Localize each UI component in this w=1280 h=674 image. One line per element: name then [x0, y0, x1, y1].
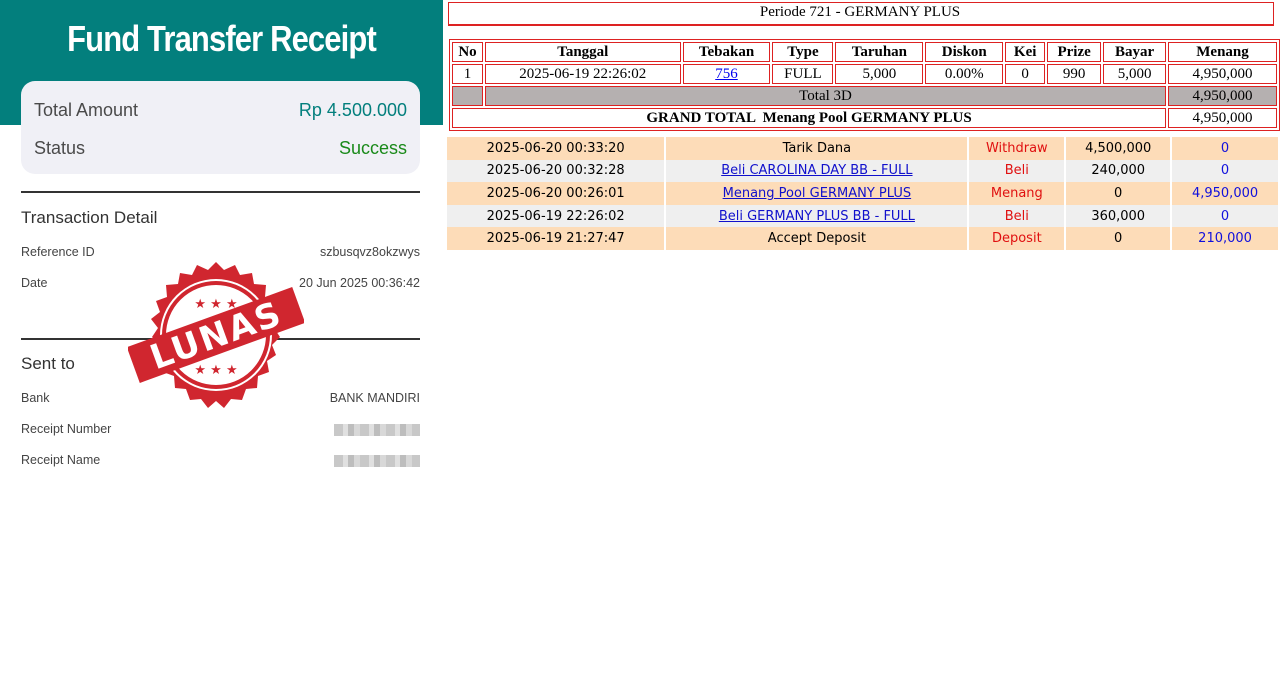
tx-desc-link[interactable]: Beli CAROLINA DAY BB - FULL — [721, 163, 912, 178]
table-row: 1 2025-06-19 22:26:02 756 FULL 5,000 0.0… — [452, 64, 1277, 84]
tx-date: 2025-06-19 21:27:47 — [447, 227, 665, 250]
tx-type: Withdraw — [969, 137, 1065, 160]
reference-id-value: szbusqvz8okzwys — [319, 245, 420, 259]
cell-kei: 0 — [1005, 64, 1046, 84]
tx-type: Beli — [969, 204, 1065, 228]
receipt-name-blurred — [334, 455, 420, 467]
tx-desc: Accept Deposit — [666, 227, 968, 250]
col-header-kei: Kei — [1005, 42, 1046, 62]
periode-title: Periode 721 - GERMANY PLUS — [759, 4, 961, 20]
col-header-tanggal: Tanggal — [484, 42, 681, 62]
date-value: 20 Jun 2025 00:36:42 — [299, 276, 420, 290]
grand-total-label: GRAND TOTAL Menang Pool GERMANY PLUS — [452, 108, 1167, 128]
col-header-tebakan: Tebakan — [682, 42, 771, 62]
status-value: Success — [338, 137, 407, 158]
fund-transfer-receipt: Fund Transfer Receipt Total Amount Rp 4.… — [0, 0, 443, 674]
receipt-title: Fund Transfer Receipt — [67, 18, 377, 59]
svg-text:★ ★ ★: ★ ★ ★ — [194, 363, 237, 378]
reference-id-label: Reference ID — [21, 245, 95, 259]
divider — [21, 191, 420, 193]
total-3d-value: 4,950,000 — [1168, 86, 1277, 106]
summary-card: Total Amount Rp 4.500.000 Status Success — [21, 81, 420, 174]
table-row: 2025-06-20 00:32:28 Beli CAROLINA DAY BB… — [447, 159, 1278, 183]
cell-prize: 990 — [1047, 64, 1102, 84]
transaction-table: 2025-06-20 00:33:20 Tarik Dana Withdraw … — [445, 137, 1280, 250]
receipt-number-label: Receipt Number — [21, 422, 112, 436]
cell-bayar: 5,000 — [1103, 64, 1167, 84]
col-header-type: Type — [772, 42, 834, 62]
col-header-no: No — [452, 42, 483, 62]
tx-win: 210,000 — [1172, 227, 1278, 250]
tx-amount: 0 — [1066, 182, 1171, 205]
cell-menang: 4,950,000 — [1168, 64, 1277, 84]
tx-desc-link[interactable]: Beli GERMANY PLUS BB - FULL — [719, 209, 915, 224]
tx-desc: Beli CAROLINA DAY BB - FULL — [666, 159, 968, 183]
table-row: 2025-06-19 22:26:02 Beli GERMANY PLUS BB… — [447, 204, 1278, 228]
cell-tebakan: 756 — [682, 64, 771, 84]
grand-total-value: 4,950,000 — [1168, 108, 1277, 128]
date-label: Date — [21, 276, 48, 290]
table-row: 2025-06-20 00:26:01 Menang Pool GERMANY … — [447, 182, 1278, 205]
tx-date: 2025-06-19 22:26:02 — [447, 204, 665, 228]
bet-table-header-row: No Tanggal Tebakan Type Taruhan Diskon K… — [452, 42, 1277, 62]
total-spacer — [452, 86, 483, 106]
cell-tanggal: 2025-06-19 22:26:02 — [484, 64, 681, 84]
tx-type: Beli — [969, 159, 1065, 183]
tx-amount: 4,500,000 — [1066, 137, 1171, 160]
cell-no: 1 — [452, 64, 483, 84]
status-row: Status Success — [34, 135, 407, 161]
cell-diskon: 0.00% — [925, 64, 1004, 84]
transaction-detail-title: Transaction Detail — [21, 208, 158, 227]
tx-amount: 240,000 — [1066, 159, 1171, 183]
tx-date: 2025-06-20 00:26:01 — [447, 182, 665, 205]
tx-amount: 360,000 — [1066, 204, 1171, 228]
cell-taruhan: 5,000 — [835, 64, 924, 84]
col-header-diskon: Diskon — [925, 42, 1004, 62]
bank-value: BANK MANDIRI — [329, 391, 420, 405]
tx-desc: Beli GERMANY PLUS BB - FULL — [666, 204, 968, 228]
receipt-number-row: Receipt Number — [21, 422, 420, 436]
tx-desc: Menang Pool GERMANY PLUS — [666, 182, 968, 205]
table-row: 2025-06-20 00:33:20 Tarik Dana Withdraw … — [447, 137, 1278, 160]
bet-history-panel: Periode 721 - GERMANY PLUS No Tanggal Te… — [445, 0, 1280, 674]
status-label: Status — [34, 137, 86, 158]
tx-type: Menang — [969, 182, 1065, 205]
tx-win: 0 — [1172, 137, 1278, 160]
tx-win: 4,950,000 — [1172, 182, 1278, 205]
bet-table: No Tanggal Tebakan Type Taruhan Diskon K… — [449, 39, 1280, 131]
cell-type: FULL — [772, 64, 834, 84]
tebakan-link[interactable]: 756 — [715, 66, 738, 82]
tx-type: Deposit — [969, 227, 1065, 250]
tx-desc-link[interactable]: Menang Pool GERMANY PLUS — [723, 186, 912, 201]
tx-date: 2025-06-20 00:33:20 — [447, 137, 665, 160]
total-amount-label: Total Amount — [34, 99, 139, 120]
tx-date: 2025-06-20 00:32:28 — [447, 159, 665, 183]
col-header-taruhan: Taruhan — [835, 42, 924, 62]
total-3d-row: Total 3D 4,950,000 — [452, 86, 1277, 106]
tx-win: 0 — [1172, 204, 1278, 228]
grand-total-row: GRAND TOTAL Menang Pool GERMANY PLUS 4,9… — [452, 108, 1277, 128]
tx-amount: 0 — [1066, 227, 1171, 250]
receipt-number-blurred — [334, 424, 420, 436]
tx-win: 0 — [1172, 159, 1278, 183]
sent-to-title: Sent to — [21, 354, 75, 373]
col-header-prize: Prize — [1047, 42, 1102, 62]
total-amount-row: Total Amount Rp 4.500.000 — [34, 97, 407, 123]
bank-label: Bank — [21, 391, 50, 405]
total-amount-value: Rp 4.500.000 — [298, 99, 407, 120]
col-header-menang: Menang — [1168, 42, 1277, 62]
tx-desc: Tarik Dana — [666, 137, 968, 160]
table-row: 2025-06-19 21:27:47 Accept Deposit Depos… — [447, 227, 1278, 250]
receipt-name-row: Receipt Name — [21, 453, 420, 467]
periode-underline — [448, 24, 1274, 26]
total-3d-label: Total 3D — [484, 86, 1167, 106]
col-header-bayar: Bayar — [1103, 42, 1167, 62]
lunas-stamp-icon: ★ ★ ★ ★ ★ ★ LUNAS — [128, 262, 304, 408]
receipt-name-label: Receipt Name — [21, 453, 101, 467]
